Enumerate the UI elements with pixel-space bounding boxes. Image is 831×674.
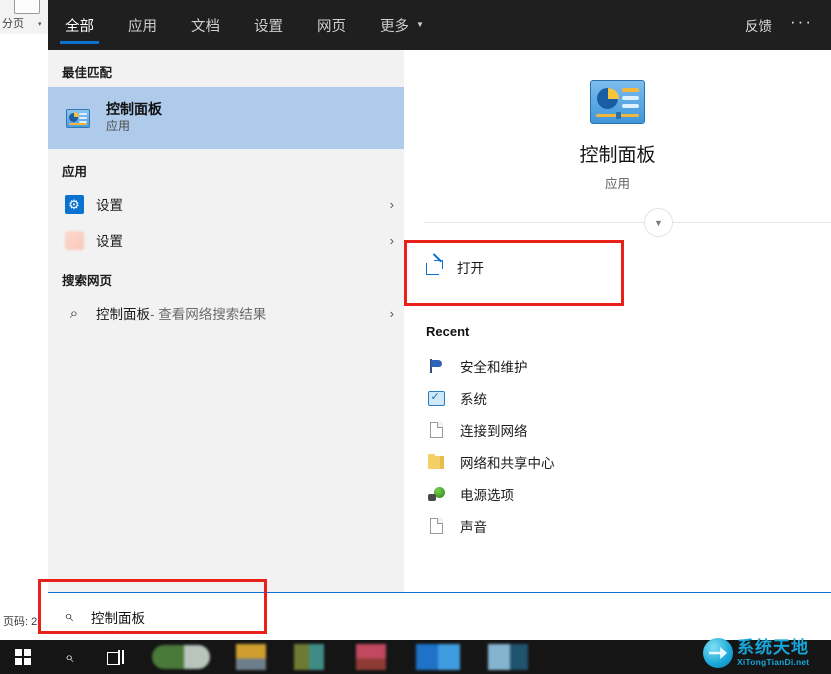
- recent-item-label: 声音: [460, 520, 487, 535]
- taskbar-app-icon[interactable]: [356, 644, 386, 670]
- tab-all[interactable]: 全部: [48, 0, 111, 50]
- preview-header: 控制面板 应用: [404, 50, 831, 192]
- tab-more-label: 更多: [380, 18, 409, 35]
- power-icon: [426, 486, 446, 502]
- watermark-text: 系统天地 XiTongTianDi.net: [737, 639, 809, 667]
- flag-icon: [426, 358, 446, 374]
- taskbar-app-icon[interactable]: [488, 644, 528, 670]
- tab-web[interactable]: 网页: [300, 0, 363, 50]
- folder-icon: [426, 453, 446, 469]
- watermark-title: 系统天地: [737, 638, 809, 658]
- search-header: 全部 应用 文档 设置 网页 更多 ▼ 反馈 ···: [48, 0, 831, 50]
- search-icon: ⌕: [64, 607, 73, 625]
- list-item-label: 设置: [96, 198, 123, 213]
- document-toolbar: 分页 ▾: [0, 0, 48, 34]
- tab-web-label: 网页: [317, 18, 346, 35]
- chevron-right-icon[interactable]: ›: [390, 233, 394, 248]
- taskbar-app-icon[interactable]: [236, 644, 266, 670]
- paging-button-icon[interactable]: [14, 0, 40, 14]
- list-item-label: 设置: [96, 234, 123, 249]
- tab-all-label: 全部: [65, 18, 94, 35]
- recent-item-sound[interactable]: 声音: [404, 510, 831, 542]
- recent-item-network-sharing[interactable]: 网络和共享中心: [404, 446, 831, 478]
- recent-item-connect-network[interactable]: 连接到网络: [404, 414, 831, 446]
- preview-title: 控制面板: [579, 145, 656, 166]
- tab-apps-label: 应用: [128, 18, 157, 35]
- header-right-actions: 反馈 ···: [733, 0, 831, 50]
- section-label-apps: 应用: [62, 165, 88, 179]
- watermark-url: XiTongTianDi.net: [737, 656, 810, 667]
- search-icon: ⌕: [69, 304, 79, 322]
- chevron-right-icon[interactable]: ›: [390, 306, 394, 321]
- document-icon: [426, 422, 446, 438]
- external-link-icon: [426, 259, 443, 275]
- recent-item-label: 系统: [460, 392, 487, 407]
- screen-root: 分页 ▾ 页码: 2 全部 应用 文档 设置 网页 更多 ▼ 反馈 ··· 最佳…: [0, 0, 831, 674]
- control-panel-icon: [62, 108, 94, 128]
- taskbar-app-icon[interactable]: [416, 644, 460, 670]
- document-icon: [426, 518, 446, 534]
- list-item-web-search[interactable]: ⌕ 控制面板 - 查看网络搜索结果 ›: [48, 295, 404, 331]
- recent-section-label: Recent: [426, 324, 470, 339]
- recent-item-label: 安全和维护: [460, 360, 528, 375]
- watermark-logo: 系统天地 XiTongTianDi.net: [703, 634, 827, 672]
- windows-logo-icon: [15, 649, 31, 665]
- recent-item-label: 网络和共享中心: [460, 456, 555, 471]
- recent-item-security[interactable]: 安全和维护: [404, 350, 831, 382]
- best-match-title: 控制面板: [106, 100, 162, 117]
- page-number-label: 页码: 2: [3, 616, 38, 628]
- tab-documents-label: 文档: [191, 18, 220, 35]
- list-item-settings-2[interactable]: 设置 ›: [48, 222, 404, 258]
- tab-settings-label: 设置: [254, 18, 283, 35]
- search-flyout: 全部 应用 文档 设置 网页 更多 ▼ 反馈 ··· 最佳匹配 控制面板 应用 …: [48, 0, 831, 640]
- feedback-button[interactable]: 反馈: [733, 15, 784, 35]
- recent-list: 安全和维护 系统 连接到网络 网络和共享中心 电源选项: [404, 350, 831, 542]
- open-action-button[interactable]: 打开: [404, 246, 831, 288]
- document-page-area: [0, 34, 48, 640]
- recent-item-label: 连接到网络: [460, 424, 528, 439]
- tab-settings[interactable]: 设置: [237, 0, 300, 50]
- taskbar-app-group[interactable]: [152, 645, 210, 669]
- tab-documents[interactable]: 文档: [174, 0, 237, 50]
- section-label-web: 搜索网页: [62, 274, 113, 288]
- recent-item-power-options[interactable]: 电源选项: [404, 478, 831, 510]
- task-view-icon: [106, 650, 124, 665]
- recent-item-system[interactable]: 系统: [404, 382, 831, 414]
- start-button[interactable]: [0, 640, 46, 674]
- taskbar-search-button[interactable]: ⌕: [46, 640, 92, 674]
- preview-panel: 控制面板 应用 ▼ 打开 Recent 安全和维护 ✓ 系统 连接到网络 网络和…: [404, 50, 831, 640]
- preview-divider: [424, 222, 831, 223]
- control-panel-icon: [590, 80, 645, 124]
- best-match-item-control-panel[interactable]: 控制面板 应用: [48, 87, 404, 149]
- paging-label: 分页: [2, 18, 24, 30]
- section-label-best-match: 最佳匹配: [62, 66, 113, 80]
- search-input-value: 控制面板: [90, 610, 145, 626]
- search-input[interactable]: ⌕ 控制面板: [48, 592, 831, 640]
- chevron-right-icon[interactable]: ›: [390, 197, 394, 212]
- best-match-subtitle: 应用: [106, 119, 131, 134]
- preview-subtitle: 应用: [604, 177, 630, 191]
- open-action-label: 打开: [457, 261, 484, 276]
- task-view-button[interactable]: [92, 640, 138, 674]
- chevron-down-icon[interactable]: ▼: [644, 208, 673, 237]
- recent-item-label: 电源选项: [460, 488, 514, 503]
- list-item-sublabel: - 查看网络搜索结果: [150, 307, 267, 322]
- chevron-down-icon[interactable]: ▾: [38, 20, 42, 28]
- blurred-app-icon: [62, 230, 86, 250]
- filter-tabs: 全部 应用 文档 设置 网页 更多 ▼: [48, 0, 441, 50]
- globe-icon: [703, 638, 733, 668]
- list-item-label: 控制面板: [96, 307, 150, 322]
- gear-icon: ⚙: [62, 194, 86, 214]
- tab-more[interactable]: 更多 ▼: [363, 0, 441, 50]
- more-options-icon[interactable]: ···: [784, 12, 831, 38]
- results-list: 最佳匹配 控制面板 应用 应用 ⚙ 设置 › 设置 › 搜索网页 ⌕ 控制面板 …: [48, 50, 404, 640]
- search-icon: ⌕: [64, 648, 74, 666]
- best-match-meta: 控制面板 应用: [106, 101, 162, 135]
- taskbar-app-icon[interactable]: [294, 644, 324, 670]
- monitor-icon: [426, 390, 446, 406]
- tab-apps[interactable]: 应用: [111, 0, 174, 50]
- chevron-down-icon: ▼: [416, 20, 424, 29]
- list-item-settings-1[interactable]: ⚙ 设置 ›: [48, 186, 404, 222]
